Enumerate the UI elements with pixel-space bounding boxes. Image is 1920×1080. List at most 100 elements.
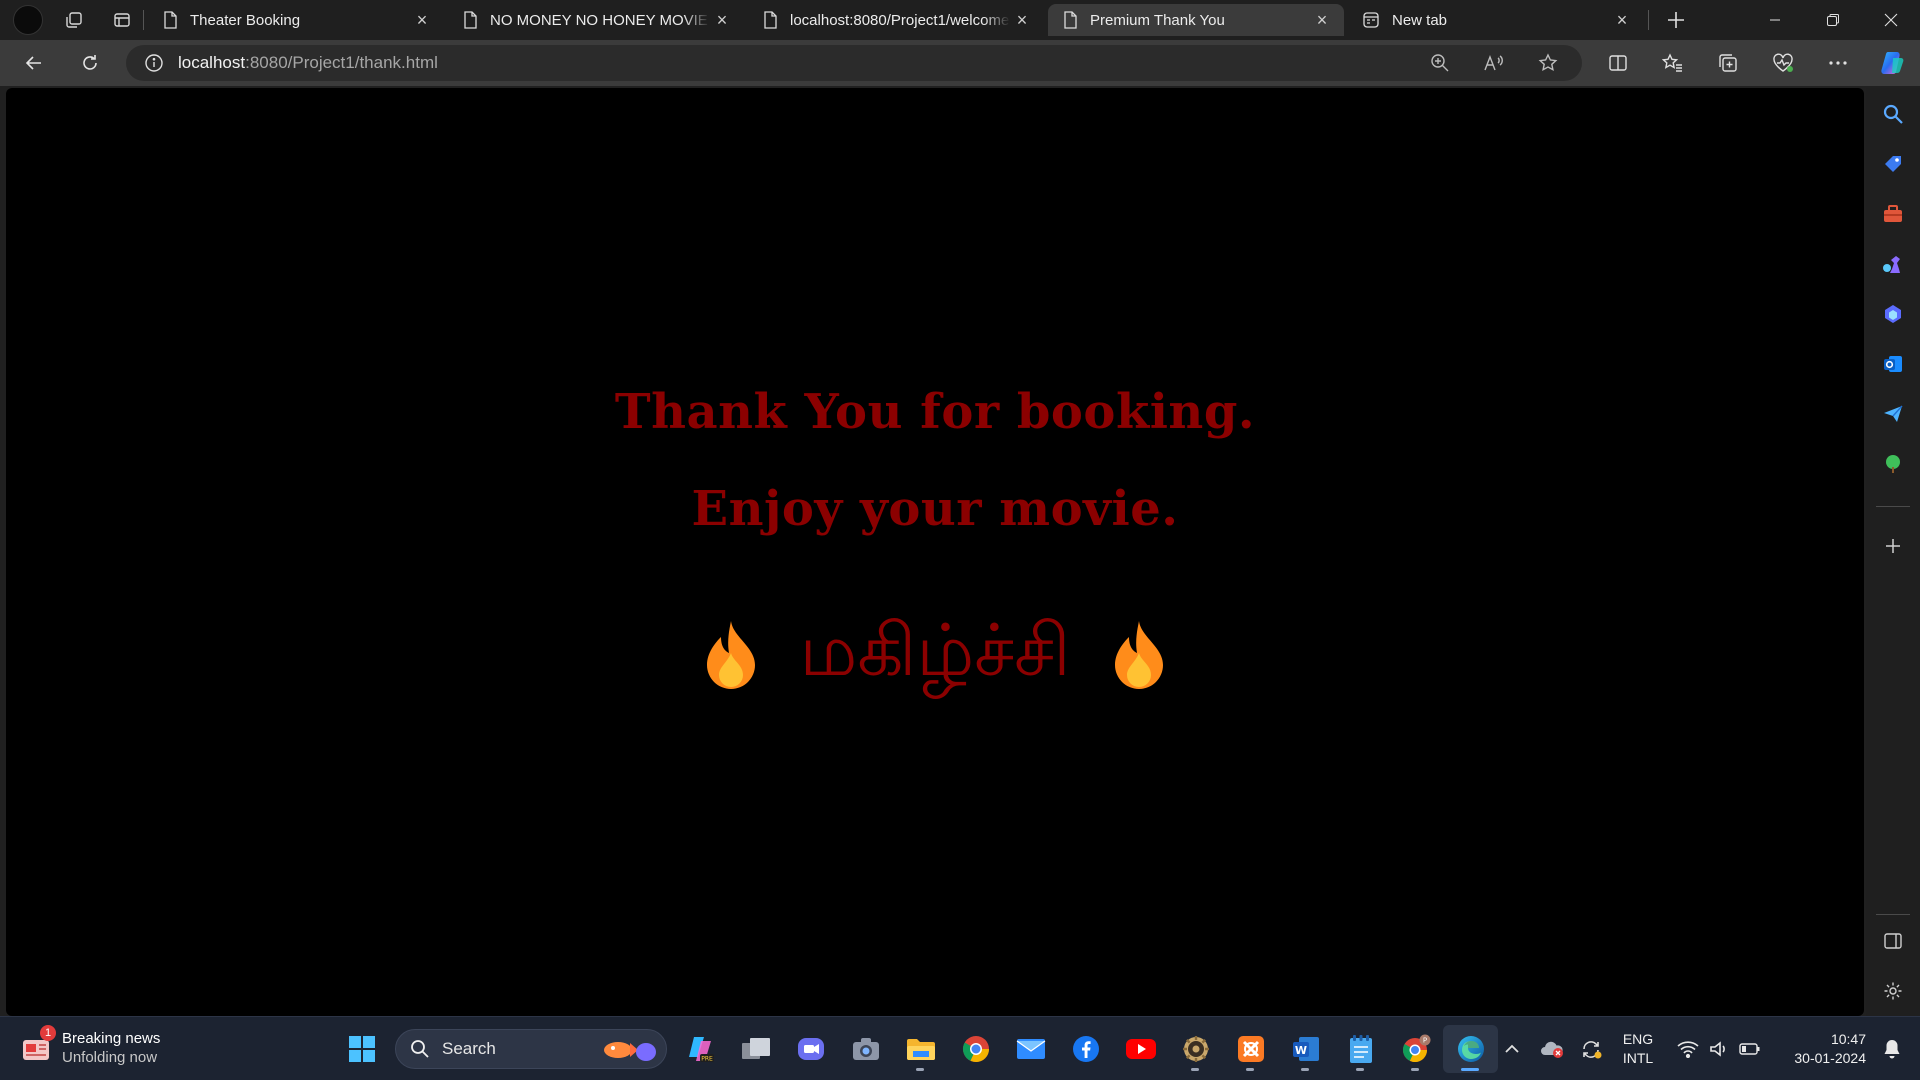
news-title: Breaking news xyxy=(62,1030,161,1047)
input-language[interactable]: ENG INTL xyxy=(1612,1030,1664,1068)
start-button[interactable] xyxy=(334,1025,389,1073)
bell-icon xyxy=(1884,1040,1900,1059)
new-tab-button[interactable] xyxy=(1659,5,1693,35)
address-bar[interactable]: localhost:8080/Project1/thank.html xyxy=(126,45,1582,81)
split-screen-button[interactable] xyxy=(1590,45,1645,81)
favorite-button[interactable] xyxy=(1528,45,1568,81)
collections-button[interactable] xyxy=(1700,45,1755,81)
back-button[interactable] xyxy=(14,45,54,81)
sidebar-tools[interactable] xyxy=(1876,197,1910,231)
close-tab-icon[interactable]: × xyxy=(710,8,734,32)
zoom-button[interactable] xyxy=(1420,45,1460,81)
send-icon xyxy=(1884,405,1903,422)
sync-tray[interactable] xyxy=(1572,1017,1612,1080)
settings-more-button[interactable] xyxy=(1810,45,1865,81)
taskbar-chrome[interactable] xyxy=(948,1025,1003,1073)
copilot-pre-icon: PRE xyxy=(688,1037,714,1063)
page-icon xyxy=(164,11,177,29)
camera-icon xyxy=(852,1038,879,1060)
tab-new-tab[interactable]: New tab × xyxy=(1348,4,1644,36)
search-icon xyxy=(1883,104,1903,124)
windows-taskbar: 1 Breaking news Unfolding now Search PRE xyxy=(0,1016,1920,1080)
screen: Theater Booking × NO MONEY NO HONEY MOVI… xyxy=(0,0,1920,1080)
restore-button[interactable] xyxy=(1804,0,1862,40)
sidebar-shopping[interactable] xyxy=(1876,147,1910,181)
svg-text:PRE: PRE xyxy=(701,1056,713,1063)
notifications-button[interactable] xyxy=(1874,1017,1910,1080)
taskbar-teams[interactable] xyxy=(783,1025,838,1073)
taskbar-file-explorer[interactable] xyxy=(893,1025,948,1073)
sidebar-outlook[interactable] xyxy=(1876,347,1910,381)
close-window-button[interactable] xyxy=(1862,0,1920,40)
clock[interactable]: 10:47 30-01-2024 xyxy=(1774,1030,1874,1068)
battery-icon xyxy=(1739,1043,1760,1055)
show-hidden-icons-button[interactable] xyxy=(1492,1017,1532,1080)
close-tab-icon[interactable]: × xyxy=(1010,8,1034,32)
quick-settings[interactable] xyxy=(1664,1017,1774,1080)
read-aloud-button[interactable] xyxy=(1474,45,1514,81)
taskbar-notepad[interactable] xyxy=(1333,1025,1388,1073)
celebration-row: மகிழ்ச்சி xyxy=(6,608,1864,702)
close-tab-icon[interactable]: × xyxy=(1610,8,1634,32)
page-icon xyxy=(464,11,477,29)
chess-piece-icon xyxy=(1883,256,1900,273)
taskbar-word[interactable]: W xyxy=(1278,1025,1333,1073)
news-widget[interactable]: 1 Breaking news Unfolding now xyxy=(22,1025,161,1067)
vertical-tabs-button[interactable] xyxy=(105,5,139,35)
new-tab-page-icon xyxy=(1363,12,1379,28)
sidebar-games[interactable] xyxy=(1876,247,1910,281)
tree-icon xyxy=(1886,455,1900,473)
sidebar-drop[interactable] xyxy=(1876,397,1910,431)
tab-welcome[interactable]: localhost:8080/Project1/welcome × xyxy=(748,4,1044,36)
sidebar-settings[interactable] xyxy=(1876,974,1910,1008)
page-viewport: Thank You for booking. Enjoy your movie.… xyxy=(6,88,1864,1016)
taskbar-copilot-preview[interactable]: PRE xyxy=(673,1025,728,1073)
profile-avatar[interactable] xyxy=(13,5,43,35)
split-screen-icon xyxy=(1608,55,1627,71)
taskbar-chrome-profile[interactable]: P xyxy=(1388,1025,1443,1073)
taskbar-search[interactable]: Search xyxy=(395,1029,667,1069)
onedrive-tray[interactable] xyxy=(1532,1017,1572,1080)
taskbar-camera[interactable] xyxy=(838,1025,893,1073)
sidebar-copilot[interactable] xyxy=(1876,297,1910,331)
sidebar-tree[interactable] xyxy=(1876,447,1910,481)
clock-date: 30-01-2024 xyxy=(1794,1050,1866,1066)
minimize-icon xyxy=(1770,19,1780,21)
running-indicator xyxy=(1411,1068,1419,1071)
chevron-up-icon xyxy=(1505,1044,1519,1053)
taskbar-facebook[interactable] xyxy=(1058,1025,1113,1073)
taskbar-task-view[interactable] xyxy=(728,1025,783,1073)
close-tab-icon[interactable]: × xyxy=(410,8,434,32)
taskbar-edge[interactable] xyxy=(1443,1025,1498,1073)
svg-text:P: P xyxy=(1422,1037,1426,1045)
tab-title: New tab xyxy=(1392,11,1448,29)
star-icon xyxy=(1538,53,1558,72)
collections-icon xyxy=(1718,54,1737,72)
tab-title: NO MONEY NO HONEY MOVIE F xyxy=(490,11,710,29)
refresh-button[interactable] xyxy=(70,45,110,81)
xampp-icon xyxy=(1237,1036,1264,1062)
browser-essentials-button[interactable] xyxy=(1755,45,1810,81)
site-info-icon[interactable] xyxy=(144,53,164,73)
tab-separator xyxy=(143,10,144,30)
sidebar-search[interactable] xyxy=(1876,97,1910,131)
taskbar-mail[interactable] xyxy=(1003,1025,1058,1073)
sidebar-add[interactable] xyxy=(1876,529,1910,563)
minimize-button[interactable] xyxy=(1746,0,1804,40)
taskbar-youtube[interactable] xyxy=(1113,1025,1168,1073)
close-tab-icon[interactable]: × xyxy=(1310,8,1334,32)
taskbar-xampp[interactable] xyxy=(1223,1025,1278,1073)
sidebar-hide[interactable] xyxy=(1876,924,1910,958)
heart-pulse-icon xyxy=(1772,53,1793,72)
m365-icon xyxy=(1885,305,1901,323)
chrome-profile-icon: P xyxy=(1402,1034,1430,1063)
tab-premium-thank-you[interactable]: Premium Thank You × xyxy=(1048,4,1344,36)
url-text[interactable]: localhost:8080/Project1/thank.html xyxy=(178,53,438,73)
favorites-button[interactable] xyxy=(1645,45,1700,81)
workspaces-button[interactable] xyxy=(57,5,91,35)
taskbar-settings-app[interactable] xyxy=(1168,1025,1223,1073)
zoom-icon xyxy=(1431,54,1449,72)
tab-theater-booking[interactable]: Theater Booking × xyxy=(148,4,444,36)
tab-no-money-no-honey[interactable]: NO MONEY NO HONEY MOVIE F × xyxy=(448,4,744,36)
copilot-button[interactable] xyxy=(1865,45,1920,81)
